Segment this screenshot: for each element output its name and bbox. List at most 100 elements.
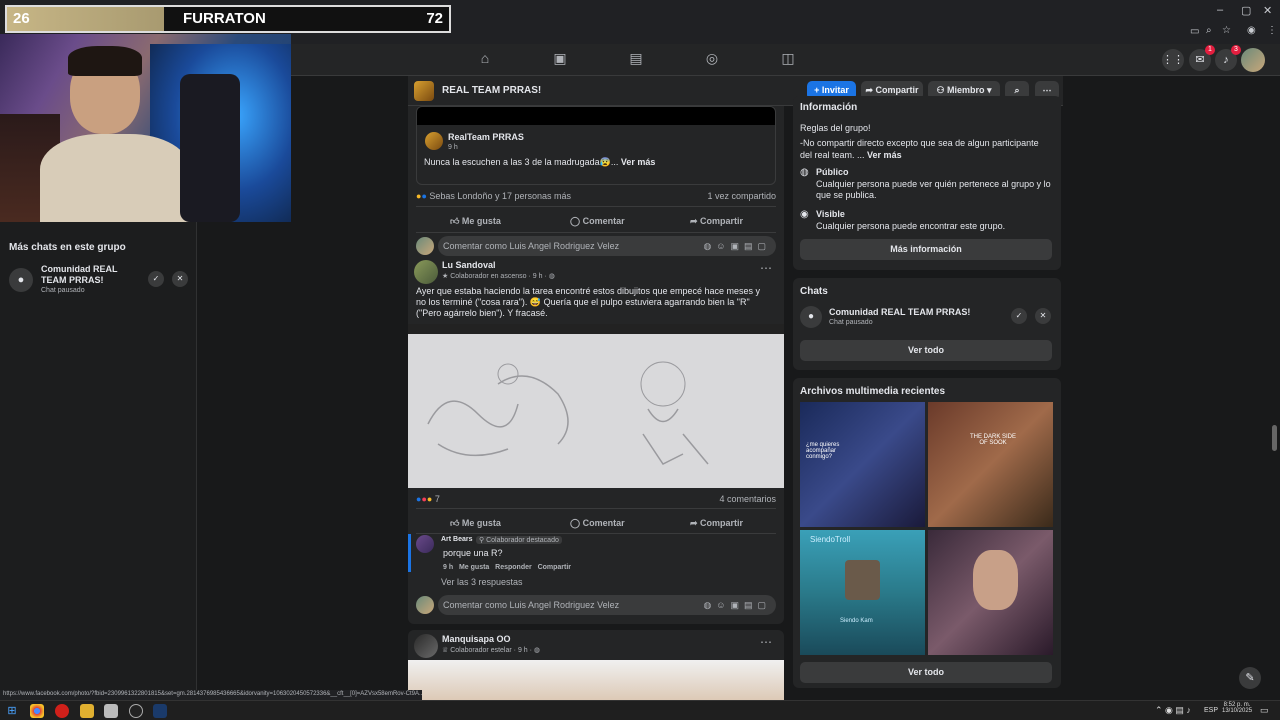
media-thumb-2[interactable]: THE DARK SIDE OF SOOK — [928, 402, 1053, 527]
extension-icon[interactable]: ◉ — [1247, 25, 1256, 36]
tray-icons[interactable]: ⌃ ◉ ▤ ♪ — [1155, 705, 1191, 716]
file-explorer-icon[interactable] — [80, 704, 94, 718]
comment-button-1[interactable]: ◯ Comentar — [570, 216, 625, 227]
comment-like-link[interactable]: Me gusta — [459, 564, 489, 571]
close-window-icon[interactable]: ✕ — [1263, 4, 1272, 17]
dismiss-x-icon[interactable]: ✕ — [172, 271, 188, 287]
gaming-icon[interactable]: ◫ — [777, 50, 799, 70]
video-icon[interactable]: ▣ — [549, 50, 571, 70]
octopus-sketch — [427, 375, 569, 457]
share-button-2[interactable]: ➦ Compartir — [690, 518, 743, 529]
group-avatar[interactable] — [414, 81, 434, 101]
shared-author-name[interactable]: RealTeam PRRAS — [448, 132, 524, 142]
media-thumb-4[interactable] — [928, 530, 1053, 655]
dismiss-x-icon[interactable]: ✕ — [1035, 308, 1051, 324]
media-thumb-4-face — [973, 550, 1018, 610]
media-thumb-3-subcaption: Siendo Kam — [840, 618, 873, 624]
status-url: https://www.facebook.com/photo/?fbid=230… — [0, 690, 422, 700]
comment-time: 9 h — [443, 564, 454, 571]
app-icon[interactable] — [104, 704, 118, 718]
post3-author-name[interactable]: Manquisapa OO — [442, 634, 511, 644]
post3-photo[interactable] — [408, 660, 784, 700]
menu-grid-icon[interactable]: ⋮⋮ — [1162, 49, 1184, 71]
page-scrollbar[interactable] — [1272, 425, 1277, 451]
comment-author-avatar[interactable] — [416, 535, 434, 553]
share-button-1[interactable]: ➦ Compartir — [690, 216, 743, 227]
groups-icon[interactable]: ◎ — [701, 50, 723, 70]
see-replies-link[interactable]: Ver las 3 respuestas — [441, 577, 523, 587]
chats-heading: Chats — [800, 286, 828, 297]
more-info-button[interactable]: Más información — [800, 239, 1052, 260]
windows-start-icon[interactable]: ⊞ — [5, 704, 19, 718]
left-chat-status: Chat pausado — [41, 287, 85, 294]
accept-check-icon[interactable]: ✓ — [148, 271, 164, 287]
comment-author-name[interactable]: Art Bears — [441, 536, 473, 543]
obs-icon[interactable] — [129, 704, 143, 718]
shared-count[interactable]: 1 vez compartido — [707, 191, 776, 201]
media-see-all-button[interactable]: Ver todo — [800, 662, 1052, 683]
zoom-icon[interactable]: ⌕ — [1206, 25, 1212, 36]
chats-chat-name[interactable]: Comunidad REAL TEAM PRRAS! — [829, 307, 970, 317]
post3-author-meta: ♕ Colaborador estelar · 9 h · ◍ — [442, 647, 541, 654]
shared-post-text: Nunca la escuchen a las 3 de la madrugad… — [424, 157, 655, 168]
comment-input-2[interactable]: Comentar como Luis Angel Rodriguez Velez… — [438, 595, 776, 615]
post-author-avatar[interactable] — [414, 260, 438, 284]
like-button-1[interactable]: 👍︎ Me gusta — [450, 216, 501, 227]
character-body-sketch — [642, 408, 709, 465]
comment-tools-icon[interactable]: ◍☺▣▤▢ — [703, 241, 771, 252]
minimize-icon[interactable]: – — [1217, 4, 1223, 16]
member-label: Miembro — [947, 85, 985, 95]
profile-avatar[interactable] — [1241, 48, 1265, 72]
accept-check-icon[interactable]: ✓ — [1011, 308, 1027, 324]
comment-highlight-bar — [408, 534, 411, 572]
messenger-icon[interactable]: ✉ 1 — [1189, 45, 1215, 71]
divider — [416, 206, 776, 207]
stream-score-overlay: 26 FURRATON 72 — [5, 5, 451, 33]
overlay-left-score: 26 — [7, 7, 164, 31]
comment-reply-link[interactable]: Responder — [495, 564, 532, 571]
comment-input-1[interactable]: Comentar como Luis Angel Rodriguez Velez… — [438, 236, 776, 256]
marketplace-icon[interactable]: ▤ — [625, 50, 647, 70]
comment-button-2[interactable]: ◯ Comentar — [570, 518, 625, 529]
chrome-icon[interactable] — [30, 704, 44, 718]
group-name[interactable]: REAL TEAM PRRAS! — [442, 85, 541, 96]
media-thumb-1[interactable]: ¿me quieres acompañar conmigo? — [800, 402, 925, 527]
rules-more-link[interactable]: Ver más — [867, 150, 902, 160]
chats-see-all-button[interactable]: Ver todo — [800, 340, 1052, 361]
shared-post-box[interactable]: RealTeam PRRAS 9 h Nunca la escuchen a l… — [416, 106, 776, 185]
comment-share-link[interactable]: Compartir — [538, 564, 571, 571]
post3-options-icon[interactable]: ⋯ — [760, 635, 772, 649]
post-reactions-count: 7 — [434, 494, 440, 504]
chats-card: Chats ● Comunidad REAL TEAM PRRAS! Chat … — [793, 278, 1061, 370]
post-comments-count[interactable]: 4 comentarios — [719, 494, 776, 504]
opera-icon[interactable] — [55, 704, 69, 718]
shared-reactions[interactable]: ●● Sebas Londoño y 17 personas más — [416, 191, 571, 201]
see-more-link[interactable]: Ver más — [621, 157, 656, 167]
maximize-icon[interactable]: ▢ — [1241, 4, 1251, 17]
tray-language[interactable]: ESP — [1204, 707, 1218, 714]
notification-center-icon[interactable]: ▭ — [1260, 705, 1269, 716]
post-author-name[interactable]: Lu Sandoval — [442, 260, 496, 270]
left-chat-name[interactable]: Comunidad REAL TEAM PRRAS! — [41, 264, 141, 286]
browser-menu-icon[interactable]: ⋮ — [1267, 25, 1277, 36]
cast-icon[interactable]: ▭ — [1190, 26, 1199, 37]
post-reactions[interactable]: ●●● 7 — [416, 494, 440, 504]
tray-clock[interactable]: 8:52 p. m. 13/10/2025 — [1222, 702, 1252, 714]
notifications-bell-icon[interactable]: ♪ 3 — [1215, 45, 1241, 71]
like-button-2[interactable]: 👍︎ Me gusta — [450, 518, 501, 529]
home-icon[interactable]: ⌂ — [474, 50, 496, 70]
bookmark-star-icon[interactable]: ☆ — [1222, 25, 1231, 36]
comment-tools-icon[interactable]: ◍☺▣▤▢ — [703, 600, 771, 611]
sketch-svg — [408, 324, 784, 465]
taskbar: ⊞ ⌃ ◉ ▤ ♪ ESP 8:52 p. m. 13/10/2025 ▭ — [0, 700, 1280, 720]
shared-reactions-text: Sebas Londoño y 17 personas más — [429, 191, 571, 201]
post3-author-avatar[interactable] — [414, 634, 438, 658]
media-thumb-3[interactable]: SiendoTroll Siendo Kam — [800, 530, 925, 655]
post-options-icon[interactable]: ⋯ — [760, 261, 772, 275]
steam-icon[interactable] — [153, 704, 167, 718]
post-card-lu-sandoval: Lu Sandoval ★ Colaborador en ascenso · 9… — [408, 256, 784, 624]
visible-title: Visible — [816, 209, 845, 219]
new-message-icon[interactable]: ✎ — [1239, 667, 1261, 689]
comment-label-1: Comentar — [582, 216, 625, 226]
drawing-photo[interactable] — [408, 324, 784, 488]
